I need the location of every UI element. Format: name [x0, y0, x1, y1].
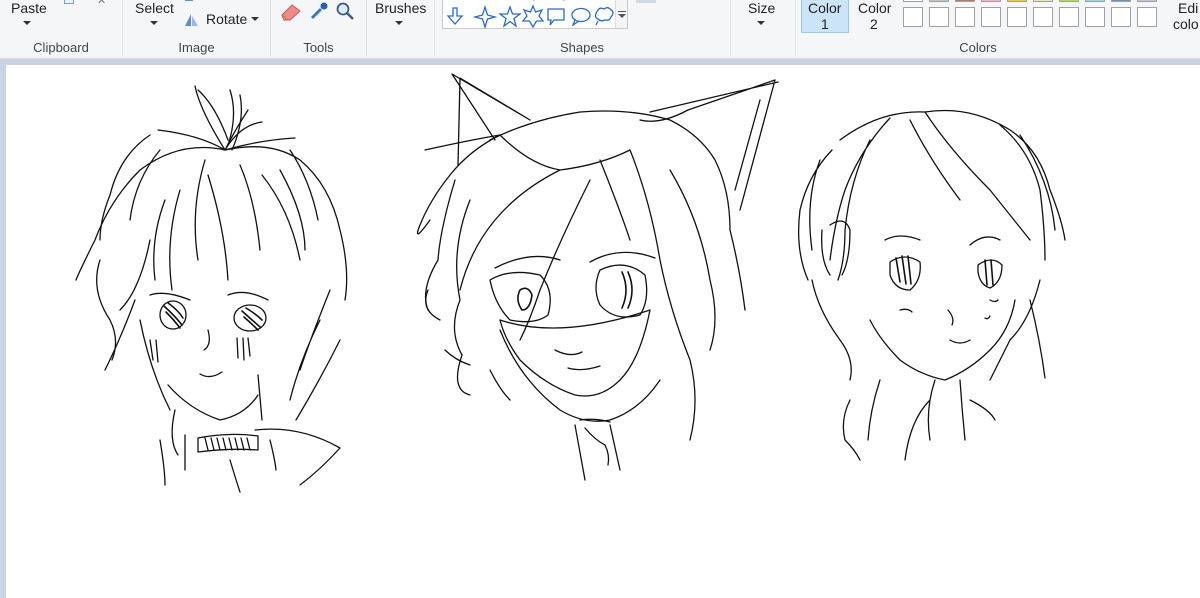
- color1-label-line1[interactable]: Color: [808, 0, 841, 16]
- ribbon: Paste ✕ Clipboard Select Rotate Image To…: [0, 0, 1200, 59]
- sketch-character-cat-ears: [416, 73, 779, 481]
- copy-icon[interactable]: [64, 0, 74, 4]
- eraser-icon[interactable]: [280, 3, 302, 24]
- sketch-character-right: [798, 109, 1066, 461]
- drawing-canvas[interactable]: [0, 65, 1200, 598]
- shapes-gallery[interactable]: [442, 0, 628, 30]
- tools-group-label: Tools: [303, 40, 334, 55]
- paste-dropdown-icon[interactable]: [23, 21, 31, 25]
- more-shapes-icon[interactable]: [618, 14, 626, 18]
- palette-color-swatch[interactable]: [1111, 0, 1131, 2]
- magnifier-icon[interactable]: [335, 1, 355, 24]
- shapes-group-label: Shapes: [559, 40, 605, 55]
- brushes-group: Brushes: [367, 0, 433, 59]
- palette-color-swatch[interactable]: [1007, 0, 1027, 2]
- rotate-button[interactable]: Rotate: [206, 11, 247, 27]
- brushes-button[interactable]: Brushes: [375, 0, 426, 16]
- select-button[interactable]: Select: [135, 0, 174, 16]
- palette-color-swatch[interactable]: [1137, 0, 1157, 2]
- size-button[interactable]: Size: [748, 0, 775, 16]
- color2-label-line2[interactable]: 2: [870, 16, 878, 32]
- color2-label-line1[interactable]: Color: [858, 0, 891, 16]
- select-dropdown-icon[interactable]: [150, 21, 158, 25]
- color-palette: [903, 0, 1171, 36]
- tools-group: Tools: [271, 0, 366, 59]
- crop-icon[interactable]: [185, 0, 193, 1]
- palette-custom-swatch[interactable]: [1085, 7, 1105, 27]
- palette-color-swatch[interactable]: [929, 0, 949, 2]
- image-group-label: Image: [178, 40, 215, 55]
- palette-custom-swatch[interactable]: [981, 7, 1001, 27]
- palette-custom-swatch[interactable]: [903, 7, 923, 27]
- color1-label-line2[interactable]: 1: [821, 16, 829, 32]
- colors-group: Color 1 Color 2 Edi colo Colors: [796, 0, 1200, 59]
- more-shapes-bar: [618, 11, 626, 12]
- cut-icon[interactable]: ✕: [97, 0, 106, 7]
- palette-custom-swatch[interactable]: [1007, 7, 1027, 27]
- shapes-gallery-scroll[interactable]: [615, 0, 627, 28]
- palette-color-swatch[interactable]: [955, 0, 975, 2]
- palette-custom-swatch[interactable]: [1059, 7, 1079, 27]
- colors-group-label: Colors: [959, 40, 997, 55]
- image-group: Select Rotate Image: [123, 0, 270, 59]
- outline-fill-icon[interactable]: [636, 0, 656, 3]
- palette-custom-swatch[interactable]: [1137, 7, 1157, 27]
- palette-color-swatch[interactable]: [1059, 0, 1079, 2]
- edit-colors-line2[interactable]: colo: [1173, 16, 1199, 32]
- shapes-group: Shapes: [435, 0, 729, 59]
- rotate-icon[interactable]: [183, 12, 201, 31]
- palette-custom-swatch[interactable]: [955, 7, 975, 27]
- palette-custom-swatch[interactable]: [1111, 7, 1131, 27]
- brushes-dropdown-icon[interactable]: [395, 21, 403, 25]
- rotate-dropdown-icon[interactable]: [251, 17, 259, 21]
- palette-color-swatch[interactable]: [1085, 0, 1105, 2]
- sketch-character-left: [75, 85, 348, 493]
- edit-colors-line1[interactable]: Edi: [1178, 0, 1198, 16]
- color-picker-icon[interactable]: [309, 1, 329, 24]
- palette-custom-swatch[interactable]: [929, 7, 949, 27]
- size-dropdown-icon[interactable]: [757, 21, 765, 25]
- palette-color-swatch[interactable]: [981, 0, 1001, 2]
- clipboard-group: Paste ✕ Clipboard: [0, 0, 122, 59]
- palette-custom-swatch[interactable]: [1033, 7, 1053, 27]
- paste-button[interactable]: Paste: [11, 0, 47, 16]
- palette-color-swatch[interactable]: [903, 0, 923, 2]
- palette-color-swatch[interactable]: [1033, 0, 1053, 2]
- clipboard-group-label: Clipboard: [33, 40, 89, 55]
- shapes-gallery-icons: [446, 0, 614, 30]
